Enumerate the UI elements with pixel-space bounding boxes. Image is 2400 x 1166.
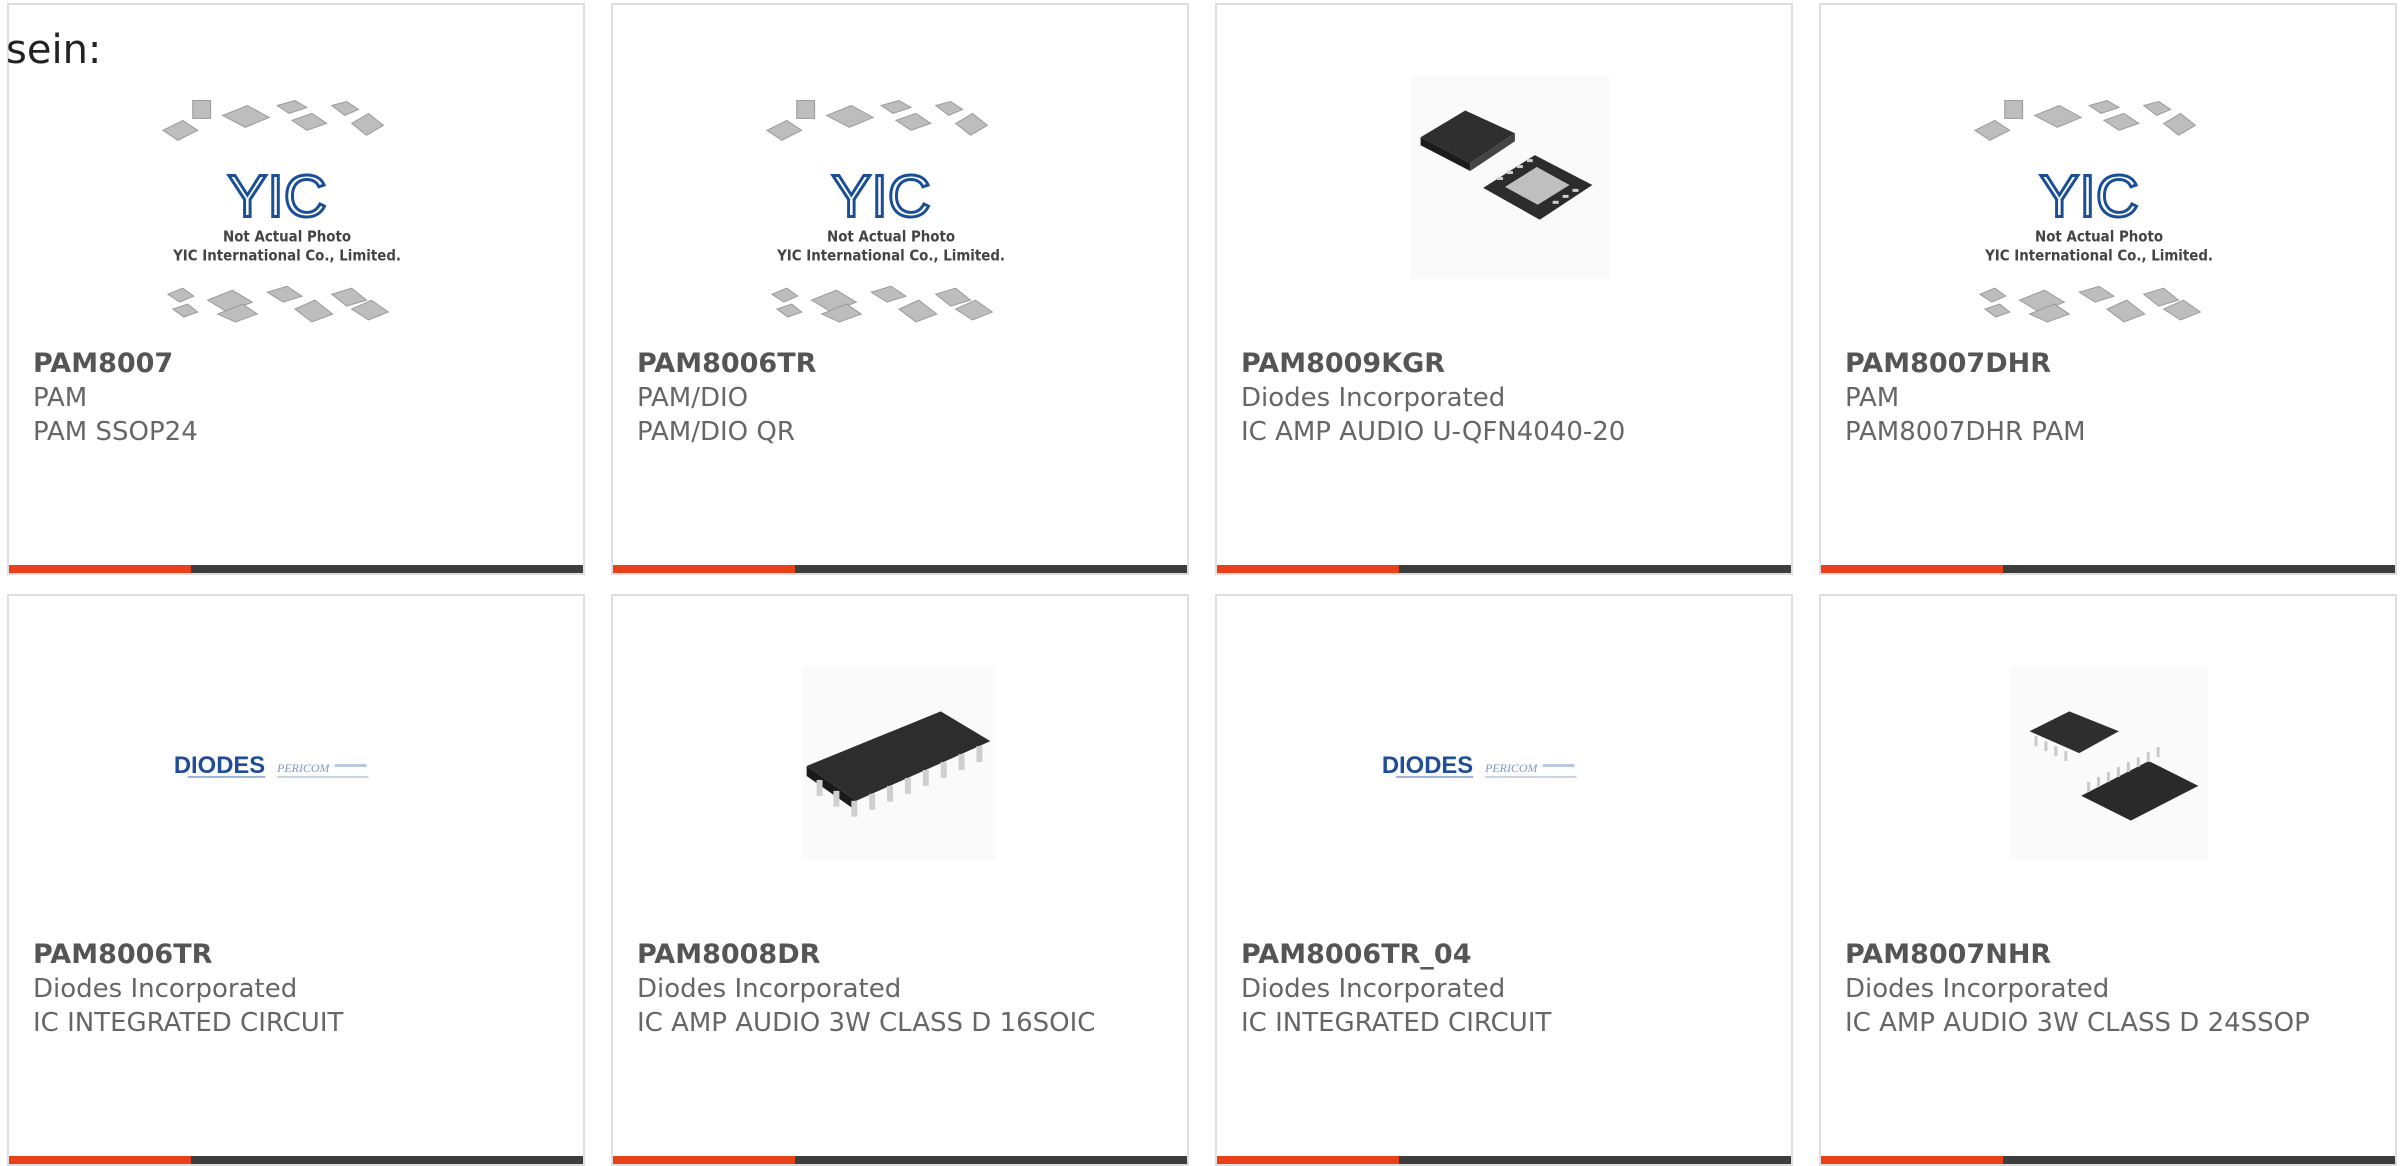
product-image[interactable] [1821,596,2395,938]
part-number[interactable]: PAM8007NHR [1845,939,2051,970]
product-card[interactable]: YIC Not Actual Photo YIC International C… [1819,3,2397,575]
card-accent-bar [9,1156,191,1164]
manufacturer: Diodes Incorporated [1241,383,1506,413]
product-card[interactable]: PAM8008DR Diodes Incorporated IC AMP AUD… [611,594,1189,1166]
placeholder-line2: YIC International Co., Limited. [172,246,401,264]
card-bottom-bar [1217,565,1791,573]
manufacturer: PAM/DIO [637,383,749,413]
part-number[interactable]: PAM8007DHR [1845,348,2051,379]
part-number[interactable]: PAM8009KGR [1241,348,1445,379]
pericom-logo: PERICOM [276,761,330,775]
description: PAM/DIO QR [637,417,795,447]
product-image[interactable] [1217,5,1791,347]
diodes-logo: DIODES [174,752,265,779]
placeholder-line1: Not Actual Photo [2035,228,2163,246]
manufacturer: Diodes Incorporated [637,974,902,1004]
product-card[interactable]: PAM8007NHR Diodes Incorporated IC AMP AU… [1819,594,2397,1166]
not-actual-photo-placeholder-icon: YIC Not Actual Photo YIC International C… [1973,99,2213,323]
product-info: PAM8007DHR PAM PAM8007DHR PAM [1845,347,2375,449]
qfn-chip-icon [1410,75,1610,280]
manufacturer: Diodes Incorporated [1241,974,1506,1004]
part-number[interactable]: PAM8007 [33,348,173,379]
card-bottom-bar [9,1156,583,1164]
diodes-logo: DIODES [1382,752,1473,779]
description: IC AMP AUDIO 3W CLASS D 16SOIC [637,1008,1096,1038]
card-bottom-bar [1821,1156,2395,1164]
product-grid: YIC Not Actual Photo YIC International C… [7,3,2400,1166]
product-info: PAM8007NHR Diodes Incorporated IC AMP AU… [1845,938,2375,1040]
placeholder-line2: YIC International Co., Limited. [1984,246,2213,264]
product-image[interactable]: YIC Not Actual Photo YIC International C… [613,5,1187,347]
card-bottom-bar [9,565,583,573]
product-card[interactable]: DIODES PERICOM PAM8006TR Diodes Incorpor… [7,594,585,1166]
card-bottom-bar [1821,565,2395,573]
product-card[interactable]: YIC Not Actual Photo YIC International C… [7,3,585,575]
description: IC INTEGRATED CIRCUIT [33,1008,344,1038]
description: PAM8007DHR PAM [1845,417,2086,447]
product-card[interactable]: YIC Not Actual Photo YIC International C… [611,3,1189,575]
description: IC AMP AUDIO U-QFN4040-20 [1241,417,1626,447]
card-accent-bar [1217,1156,1399,1164]
card-accent-bar [1821,1156,2003,1164]
card-accent-bar [613,1156,795,1164]
product-card[interactable]: PAM8009KGR Diodes Incorporated IC AMP AU… [1215,3,1793,575]
yic-logo: YIC [831,163,930,230]
card-bottom-bar [613,1156,1187,1164]
pericom-logo: PERICOM [1484,761,1538,775]
lead-text: sein: [6,27,102,73]
manufacturer: Diodes Incorporated [33,974,298,1004]
description: IC AMP AUDIO 3W CLASS D 24SSOP [1845,1008,2310,1038]
diodes-pericom-logo-icon: DIODES PERICOM [174,752,369,779]
yic-logo: YIC [2039,163,2138,230]
product-info: PAM8006TR PAM/DIO PAM/DIO QR [637,347,1167,449]
product-info: PAM8006TR Diodes Incorporated IC INTEGRA… [33,938,563,1040]
part-number[interactable]: PAM8006TR [33,939,212,970]
part-number[interactable]: PAM8006TR_04 [1241,939,1472,970]
manufacturer: Diodes Incorporated [1845,974,2110,1004]
placeholder-line1: Not Actual Photo [223,228,351,246]
card-bottom-bar [1217,1156,1791,1164]
soic-chip-icon [801,666,996,861]
card-accent-bar [1217,565,1399,573]
description: IC INTEGRATED CIRCUIT [1241,1008,1552,1038]
diodes-pericom-logo-icon: DIODES PERICOM [1382,752,1577,779]
manufacturer: PAM [33,383,88,413]
placeholder-line2: YIC International Co., Limited. [776,246,1005,264]
card-accent-bar [613,565,795,573]
product-image[interactable]: DIODES PERICOM [1217,596,1791,938]
product-info: PAM8007 PAM PAM SSOP24 [33,347,563,449]
product-image[interactable]: YIC Not Actual Photo YIC International C… [1821,5,2395,347]
placeholder-line1: Not Actual Photo [827,228,955,246]
yic-logo: YIC [227,163,326,230]
product-card[interactable]: DIODES PERICOM PAM8006TR_04 Diodes Incor… [1215,594,1793,1166]
product-info: PAM8009KGR Diodes Incorporated IC AMP AU… [1241,347,1771,449]
product-image[interactable]: DIODES PERICOM [9,596,583,938]
card-accent-bar [1821,565,2003,573]
description: PAM SSOP24 [33,417,198,447]
not-actual-photo-placeholder-icon: YIC Not Actual Photo YIC International C… [765,99,1005,323]
ssop-chip-icon [2009,666,2209,861]
card-bottom-bar [613,565,1187,573]
product-image[interactable] [613,596,1187,938]
manufacturer: PAM [1845,383,1900,413]
part-number[interactable]: PAM8008DR [637,939,820,970]
product-info: PAM8006TR_04 Diodes Incorporated IC INTE… [1241,938,1771,1040]
part-number[interactable]: PAM8006TR [637,348,816,379]
product-info: PAM8008DR Diodes Incorporated IC AMP AUD… [637,938,1167,1040]
card-accent-bar [9,565,191,573]
